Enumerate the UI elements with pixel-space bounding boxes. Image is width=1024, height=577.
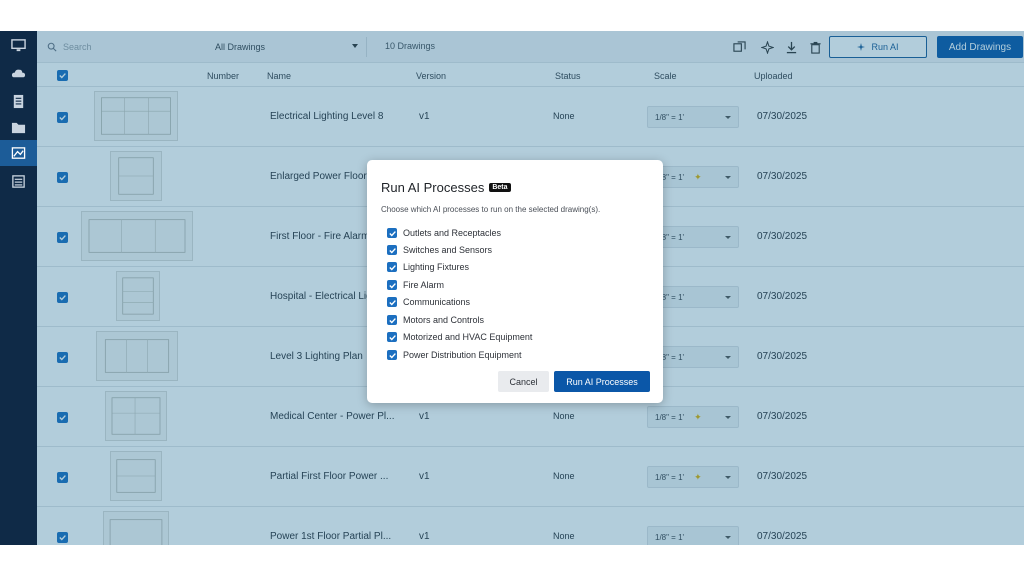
option-motors-and-controls[interactable]: Motors and Controls (387, 314, 484, 326)
dialog-title-text: Run AI Processes (381, 180, 485, 195)
option-checkbox[interactable] (387, 228, 397, 238)
cloud-icon[interactable] (6, 63, 30, 83)
option-label: Lighting Fixtures (403, 262, 470, 272)
run-ai-processes-button[interactable]: Run AI Processes (554, 371, 650, 392)
option-lighting-fixtures[interactable]: Lighting Fixtures (387, 261, 469, 273)
sidebar (0, 31, 37, 545)
option-switches-and-sensors[interactable]: Switches and Sensors (387, 244, 492, 256)
option-checkbox[interactable] (387, 297, 397, 307)
option-checkbox[interactable] (387, 245, 397, 255)
option-label: Switches and Sensors (403, 245, 493, 255)
beta-badge: Beta (489, 183, 511, 192)
option-outlets-and-receptacles[interactable]: Outlets and Receptacles (387, 227, 501, 239)
option-label: Power Distribution Equipment (403, 350, 522, 360)
option-label: Motors and Controls (403, 315, 485, 325)
option-label: Motorized and HVAC Equipment (403, 332, 533, 342)
option-checkbox[interactable] (387, 262, 397, 272)
dialog-title: Run AI Processes Beta (381, 180, 511, 195)
folder-icon[interactable] (6, 117, 30, 137)
main-content: Search All Drawings 10 Drawings Run AI A… (37, 31, 1024, 545)
option-power-distribution-equipment[interactable]: Power Distribution Equipment (387, 349, 522, 361)
document-icon[interactable] (6, 91, 30, 111)
drawings-icon[interactable] (0, 140, 37, 166)
app-window: Search All Drawings 10 Drawings Run AI A… (0, 31, 1024, 545)
option-label: Fire Alarm (403, 280, 445, 290)
list-icon[interactable] (6, 171, 30, 191)
option-label: Outlets and Receptacles (403, 228, 502, 238)
option-checkbox[interactable] (387, 280, 397, 290)
option-checkbox[interactable] (387, 315, 397, 325)
monitor-icon[interactable] (6, 35, 30, 55)
option-fire-alarm[interactable]: Fire Alarm (387, 279, 444, 291)
dialog-subtitle: Choose which AI processes to run on the … (381, 205, 601, 214)
option-label: Communications (403, 297, 471, 307)
cancel-button[interactable]: Cancel (498, 371, 549, 392)
option-communications[interactable]: Communications (387, 296, 470, 308)
option-checkbox[interactable] (387, 332, 397, 342)
run-ai-processes-dialog: Run AI Processes Beta Choose which AI pr… (367, 160, 663, 403)
option-motorized-and-hvac-equipment[interactable]: Motorized and HVAC Equipment (387, 331, 532, 343)
option-checkbox[interactable] (387, 350, 397, 360)
